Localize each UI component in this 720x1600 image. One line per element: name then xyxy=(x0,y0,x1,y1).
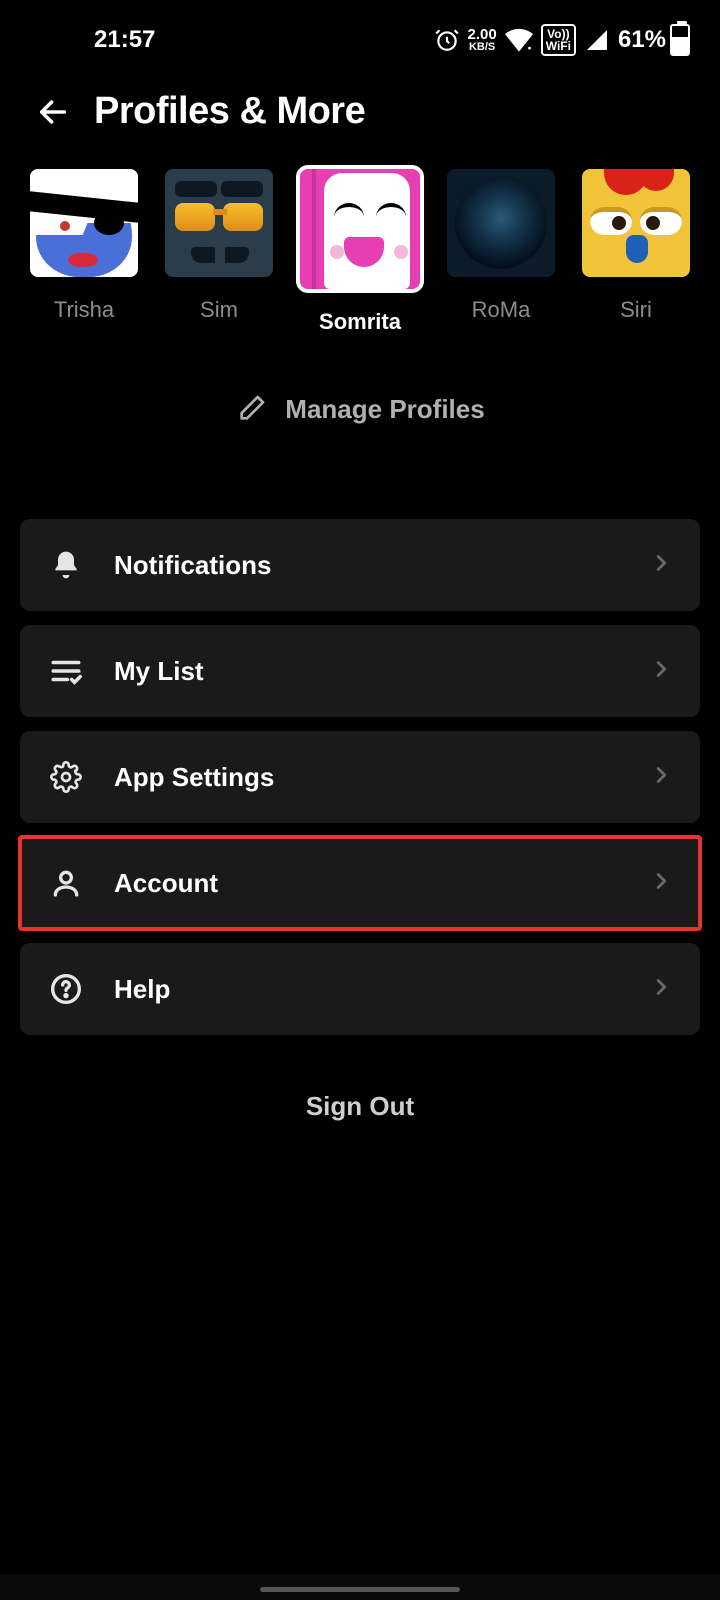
manage-profiles-button[interactable]: Manage Profiles xyxy=(0,335,720,425)
profile-siri[interactable]: Siri xyxy=(582,169,690,335)
menu-item-label: App Settings xyxy=(114,762,620,793)
chevron-right-icon xyxy=(650,870,672,897)
pencil-icon xyxy=(235,393,267,425)
back-arrow-icon[interactable] xyxy=(36,95,70,129)
battery-indicator: 61% xyxy=(618,24,690,56)
profiles-row: Trisha Sim Somrita RoMa Siri xyxy=(0,157,720,335)
chevron-right-icon xyxy=(650,658,672,685)
menu-item-notifications[interactable]: Notifications xyxy=(20,519,700,611)
list-check-icon xyxy=(48,653,84,689)
menu-item-label: Account xyxy=(114,868,620,899)
avatar xyxy=(300,169,420,289)
signout-label: Sign Out xyxy=(306,1091,414,1121)
person-icon xyxy=(48,865,84,901)
home-indicator[interactable] xyxy=(260,1587,460,1592)
help-icon xyxy=(48,971,84,1007)
avatar xyxy=(582,169,690,277)
signal-icon xyxy=(584,28,610,52)
signout-button[interactable]: Sign Out xyxy=(0,1035,720,1122)
profile-trisha[interactable]: Trisha xyxy=(30,169,138,335)
status-time: 21:57 xyxy=(30,26,155,54)
menu-item-help[interactable]: Help xyxy=(20,943,700,1035)
menu-item-account[interactable]: Account xyxy=(20,837,700,929)
vowifi-badge: Vo)) WiFi xyxy=(541,24,576,56)
profile-sim[interactable]: Sim xyxy=(165,169,273,335)
status-bar: 21:57 2.00 KB/S Vo)) WiFi 61% xyxy=(0,0,720,72)
profile-name: Siri xyxy=(620,297,652,323)
profile-name: Sim xyxy=(200,297,238,323)
page-title: Profiles & More xyxy=(94,90,365,133)
menu-item-my-list[interactable]: My List xyxy=(20,625,700,717)
menu: Notifications My List App Settings Accou… xyxy=(0,425,720,1035)
profile-name: Trisha xyxy=(54,297,114,323)
profile-name: Somrita xyxy=(319,309,401,335)
chevron-right-icon xyxy=(650,764,672,791)
status-right: 2.00 KB/S Vo)) WiFi 61% xyxy=(434,24,690,56)
manage-profiles-label: Manage Profiles xyxy=(285,394,484,425)
bell-icon xyxy=(48,547,84,583)
profile-roma[interactable]: RoMa xyxy=(447,169,555,335)
avatar xyxy=(30,169,138,277)
profile-name: RoMa xyxy=(472,297,531,323)
chevron-right-icon xyxy=(650,552,672,579)
wifi-icon xyxy=(505,28,533,52)
alarm-icon xyxy=(434,27,460,53)
avatar xyxy=(165,169,273,277)
menu-item-label: Help xyxy=(114,974,620,1005)
header: Profiles & More xyxy=(0,72,720,157)
avatar xyxy=(447,169,555,277)
profile-somrita[interactable]: Somrita xyxy=(300,169,420,335)
menu-item-label: My List xyxy=(114,656,620,687)
gear-icon xyxy=(48,759,84,795)
network-speed: 2.00 KB/S xyxy=(468,27,497,53)
menu-item-label: Notifications xyxy=(114,550,620,581)
menu-item-app-settings[interactable]: App Settings xyxy=(20,731,700,823)
chevron-right-icon xyxy=(650,976,672,1003)
